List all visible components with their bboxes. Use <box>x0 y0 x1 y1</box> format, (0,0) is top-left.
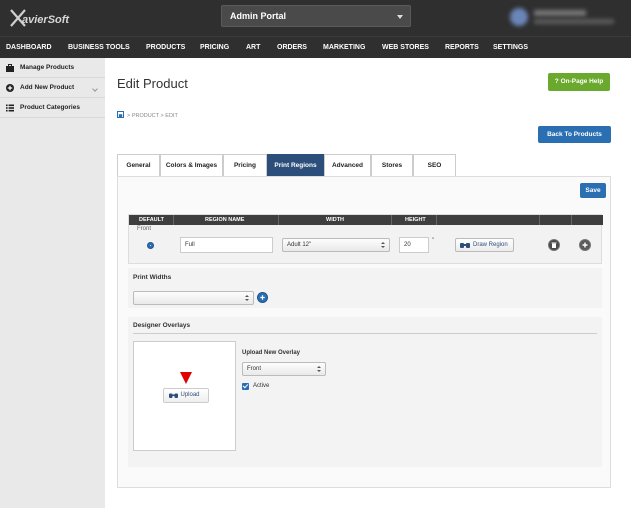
help-button[interactable]: ? On-Page Help <box>548 73 610 91</box>
nav-settings[interactable]: SETTINGS <box>493 37 528 59</box>
portal-selector[interactable]: Admin Portal <box>221 5 411 27</box>
region-group-label: Front <box>137 226 152 232</box>
add-region-button[interactable] <box>579 239 591 251</box>
print-width-select[interactable] <box>133 291 254 305</box>
top-bar: avierSoft Admin Portal <box>0 0 631 36</box>
sidebar-item-label: Manage Products <box>20 64 75 71</box>
company-logo[interactable]: avierSoft <box>8 7 74 29</box>
height-unit: " <box>432 238 435 244</box>
save-button[interactable]: Save <box>580 183 606 198</box>
active-checkbox[interactable] <box>242 383 249 390</box>
sidebar-item-label: Product Categories <box>20 104 80 111</box>
designer-overlays-section: Designer Overlays Upload Upload New Over… <box>128 317 602 467</box>
sidebar-item-add-new-product[interactable]: Add New Product <box>0 78 105 98</box>
home-icon[interactable] <box>117 111 124 118</box>
height-input[interactable]: 20 <box>399 237 429 253</box>
user-menu[interactable] <box>510 6 622 28</box>
breadcrumb-product[interactable]: PRODUCT <box>132 113 159 119</box>
select-arrows-icon <box>317 366 321 373</box>
chevron-down-icon <box>397 15 403 19</box>
briefcase-icon <box>6 64 14 72</box>
tab-seo[interactable]: SEO <box>413 154 456 176</box>
plus-icon <box>582 242 588 248</box>
page-title: Edit Product <box>117 76 188 91</box>
width-select-value: Adult 12" <box>287 242 312 248</box>
regions-table: DEFAULT REGION NAME WIDTH HEIGHT Front F… <box>128 214 603 264</box>
nav-reports[interactable]: REPORTS <box>445 37 479 59</box>
draw-region-label: Draw Region <box>473 242 508 248</box>
nav-pricing[interactable]: PRICING <box>200 37 229 59</box>
binoculars-icon <box>169 393 178 398</box>
upload-new-overlay-label: Upload New Overlay <box>242 350 301 356</box>
upload-button[interactable]: Upload <box>163 388 209 403</box>
default-radio[interactable] <box>147 242 154 249</box>
sidebar: Manage Products Add New Product Product … <box>0 58 105 508</box>
add-print-width-button[interactable] <box>257 292 268 303</box>
tab-print-regions[interactable]: Print Regions <box>267 154 324 176</box>
sidebar-item-product-categories[interactable]: Product Categories <box>0 98 105 118</box>
sidebar-item-manage-products[interactable]: Manage Products <box>0 58 105 78</box>
print-regions-panel: Save DEFAULT REGION NAME WIDTH HEIGHT Fr… <box>117 176 611 488</box>
tab-colors-images[interactable]: Colors & Images <box>160 154 223 176</box>
delete-region-button[interactable] <box>548 239 560 251</box>
region-name-input[interactable]: Full <box>180 237 273 253</box>
main-nav: DASHBOARD BUSINESS TOOLS PRODUCTS PRICIN… <box>0 36 631 58</box>
upload-button-label: Upload <box>180 392 200 398</box>
overlay-preview: Upload <box>133 341 236 451</box>
width-select[interactable]: Adult 12" <box>282 238 390 252</box>
nav-dashboard[interactable]: DASHBOARD <box>6 37 52 59</box>
plus-icon <box>260 295 265 300</box>
table-header: DEFAULT REGION NAME WIDTH HEIGHT <box>129 215 603 225</box>
svg-text:avierSoft: avierSoft <box>22 14 70 26</box>
column-header: REGION NAME <box>205 217 245 223</box>
nav-art[interactable]: ART <box>246 37 260 59</box>
active-label: Active <box>253 383 270 389</box>
column-header: HEIGHT <box>405 217 426 223</box>
plus-circle-icon <box>6 84 14 92</box>
back-to-products-button[interactable]: Back To Products <box>538 126 611 143</box>
tab-general[interactable]: General <box>117 154 160 176</box>
nav-web-stores[interactable]: WEB STORES <box>382 37 429 59</box>
nav-marketing[interactable]: MARKETING <box>323 37 365 59</box>
pointer-marker <box>180 372 192 384</box>
tab-stores[interactable]: Stores <box>371 154 413 176</box>
overlay-region-value: Front <box>247 366 262 372</box>
breadcrumb: > PRODUCT > EDIT <box>117 111 178 121</box>
select-arrows-icon <box>381 242 385 249</box>
print-widths-title: Print Widths <box>133 274 172 281</box>
binoculars-icon <box>460 243 470 248</box>
column-header: WIDTH <box>326 217 345 223</box>
overlay-region-select[interactable]: Front <box>242 362 326 376</box>
main-content: Edit Product ? On-Page Help > PRODUCT > … <box>105 58 631 508</box>
breadcrumb-edit: EDIT <box>165 113 178 119</box>
nav-orders[interactable]: ORDERS <box>277 37 307 59</box>
portal-selector-label: Admin Portal <box>230 11 287 21</box>
tab-pricing[interactable]: Pricing <box>223 154 267 176</box>
print-widths-section: Print Widths <box>128 268 602 308</box>
trash-icon <box>551 242 557 248</box>
nav-products[interactable]: PRODUCTS <box>146 37 185 59</box>
divider <box>133 333 597 334</box>
avatar <box>510 8 528 26</box>
chevron-down-icon <box>92 86 98 92</box>
list-icon <box>6 104 14 112</box>
column-header: DEFAULT <box>139 217 164 223</box>
nav-business-tools[interactable]: BUSINESS TOOLS <box>68 37 130 59</box>
select-arrows-icon <box>245 295 249 302</box>
designer-overlays-title: Designer Overlays <box>133 322 191 329</box>
draw-region-button[interactable]: Draw Region <box>455 238 514 252</box>
tab-advanced[interactable]: Advanced <box>324 154 371 176</box>
sidebar-item-label: Add New Product <box>20 84 75 91</box>
